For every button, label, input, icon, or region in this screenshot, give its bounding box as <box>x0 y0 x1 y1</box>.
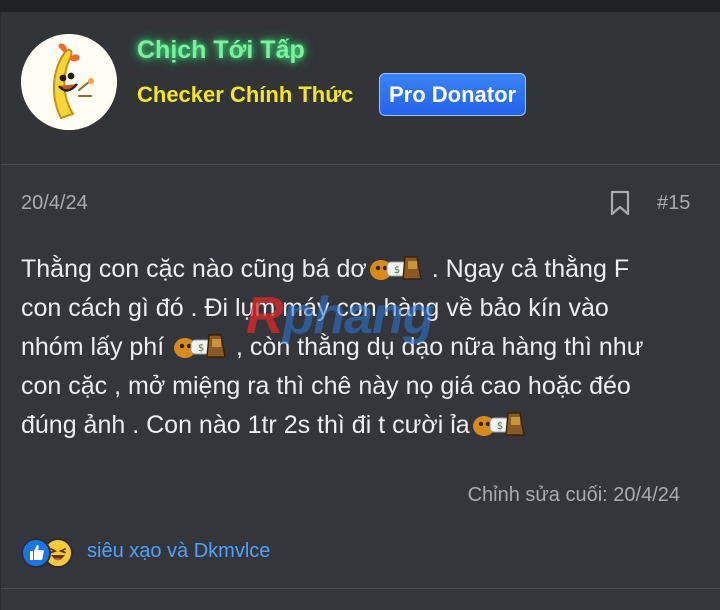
like-icon <box>21 538 51 568</box>
reaction-users[interactable]: siêu xạo và Dkmvlce <box>87 540 270 563</box>
message-text: đúng ảnh . Con nào 1tr 2s thì đi t cười … <box>21 411 470 439</box>
post-bottom-divider <box>1 588 720 589</box>
message-line: con cách gì đó . Đi lụm máy con hàng về … <box>21 289 711 328</box>
svg-text:$: $ <box>394 265 400 276</box>
message-text: , còn thằng dụ dạo nữa hàng thì như <box>229 333 644 361</box>
svg-text:$: $ <box>496 421 502 432</box>
post-message: Thằng con cặc nào cũng bá dơ $ . Ngay cả … <box>21 250 711 445</box>
user-header: Chịch Tới Tấp Checker Chính Thức Pro Don… <box>1 12 720 164</box>
moneybag-emoji-icon: $ <box>470 409 528 439</box>
message-text: con cặc , mở miệng ra thì chê này nọ giá… <box>21 372 631 400</box>
message-line: nhóm lấy phí $ , còn thằng dụ dạo nữa hà… <box>21 328 711 367</box>
banana-mascot-icon <box>21 34 117 130</box>
message-line: con cặc , mở miệng ra thì chê này nọ giá… <box>21 367 711 406</box>
top-strip <box>0 0 720 12</box>
last-edited: Chỉnh sửa cuối: 20/4/24 <box>467 484 680 506</box>
svg-text:$: $ <box>198 343 204 354</box>
message-text: nhóm lấy phí <box>21 333 172 361</box>
user-title: Checker Chính Thức <box>137 82 354 107</box>
post-card: Chịch Tới Tấp Checker Chính Thức Pro Don… <box>0 12 720 610</box>
message-text: con cách gì đó . Đi lụm máy con hàng về … <box>21 294 609 322</box>
header-divider <box>1 164 720 165</box>
message-text: Thằng con cặc nào cũng bá dơ <box>21 255 367 283</box>
moneybag-emoji-icon: $ <box>367 253 425 283</box>
message-line: đúng ảnh . Con nào 1tr 2s thì đi t cười … <box>21 406 711 445</box>
post-number[interactable]: #15 <box>657 192 690 215</box>
post-date[interactable]: 20/4/24 <box>21 192 88 215</box>
bookmark-icon[interactable] <box>609 190 631 216</box>
message-line: Thằng con cặc nào cũng bá dơ $ . Ngay cả … <box>21 250 711 289</box>
username[interactable]: Chịch Tới Tấp <box>137 36 305 65</box>
donator-badge: Pro Donator <box>379 73 527 116</box>
user-avatar[interactable] <box>21 34 117 130</box>
message-text: . Ngay cả thằng F <box>424 255 630 283</box>
moneybag-emoji-icon: $ <box>171 331 229 361</box>
